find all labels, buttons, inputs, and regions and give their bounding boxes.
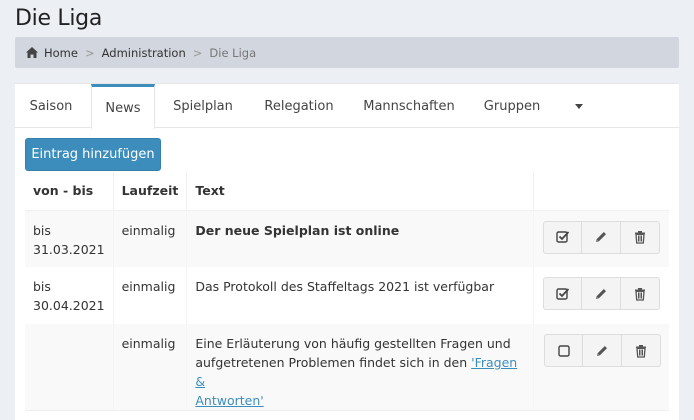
delete-button[interactable] xyxy=(621,220,660,254)
column-header-laufzeit: Laufzeit xyxy=(113,172,188,211)
cell-laufzeit: einmalig xyxy=(113,324,188,411)
breadcrumb-separator: > xyxy=(192,45,203,60)
cell-text: Der neue Spielplan ist online xyxy=(186,210,534,267)
tab-news[interactable]: News xyxy=(91,84,155,129)
table-header-row: von - bis Laufzeit Text xyxy=(25,172,669,211)
cell-actions xyxy=(533,210,669,267)
tab-spielplan[interactable]: Spielplan xyxy=(163,84,243,128)
pencil-icon xyxy=(596,288,606,299)
home-icon xyxy=(26,47,38,58)
cell-text: Eine Erläuterung von häufig gestellten F… xyxy=(186,324,534,411)
date-value: 30.04.2021 xyxy=(33,298,105,313)
breadcrumb-home-link[interactable]: Home xyxy=(44,46,78,60)
pencil-icon xyxy=(597,345,607,356)
checked-checkbox-icon xyxy=(555,287,569,300)
pencil-icon xyxy=(596,232,606,242)
cell-von-bis: bis 30.04.2021 xyxy=(25,267,114,324)
breadcrumb-current: Die Liga xyxy=(209,45,257,60)
date-prefix: bis xyxy=(33,222,51,238)
trash-icon xyxy=(635,287,645,301)
tab-gruppen[interactable]: Gruppen xyxy=(473,84,551,128)
trash-icon xyxy=(635,231,645,244)
trash-icon xyxy=(636,344,646,358)
unchecked-checkbox-icon xyxy=(557,344,570,357)
tab-mannschaften[interactable]: Mannschaften xyxy=(355,84,463,128)
breadcrumb: Home > Administration > Die Liga xyxy=(15,37,679,68)
date-value: 31.03.2021 xyxy=(33,241,105,257)
tab-relegation[interactable]: Relegation xyxy=(253,84,345,128)
content-box: Saison News Spielplan Relegation Mannsch… xyxy=(15,83,679,420)
breadcrumb-separator: > xyxy=(84,45,95,60)
caret-down-icon[interactable] xyxy=(575,104,583,109)
text-line: Eine Erläuterung von häufig gestellten F… xyxy=(195,336,511,351)
add-entry-button[interactable]: Eintrag hinzufügen xyxy=(25,138,161,171)
table-row: bis 30.04.2021 einmalig Das Protokoll des… xyxy=(25,267,669,324)
edit-button[interactable] xyxy=(583,334,622,367)
column-header-actions xyxy=(533,172,669,211)
tab-bar: Saison News Spielplan Relegation Mannsch… xyxy=(15,84,679,129)
column-header-text: Text xyxy=(186,172,534,211)
delete-button[interactable] xyxy=(621,277,660,310)
tab-saison[interactable]: Saison xyxy=(15,84,87,128)
column-header-von-bis: von - bis xyxy=(25,172,114,211)
news-table: von - bis Laufzeit Text bis 31.03.2021 ei… xyxy=(25,172,669,411)
toggle-active-button[interactable] xyxy=(543,220,582,254)
cell-actions xyxy=(534,267,670,324)
delete-button[interactable] xyxy=(622,334,661,367)
cell-actions xyxy=(533,324,669,411)
edit-button[interactable] xyxy=(582,220,621,254)
table-row: bis 31.03.2021 einmalig Der neue Spielpla… xyxy=(25,210,669,267)
text-line: aufgetretenen Problemen findet sich in d… xyxy=(195,355,472,370)
checked-checkbox-icon xyxy=(555,231,569,243)
cell-von-bis: bis 31.03.2021 xyxy=(25,210,114,267)
breadcrumb-administration-link[interactable]: Administration xyxy=(102,46,186,60)
toggle-active-button[interactable] xyxy=(543,277,582,310)
cell-laufzeit: einmalig xyxy=(113,267,188,324)
table-row: einmalig Eine Erläuterung von häufig ges… xyxy=(25,324,669,411)
toggle-active-button[interactable] xyxy=(544,334,583,367)
date-prefix: bis xyxy=(33,279,51,294)
cell-laufzeit: einmalig xyxy=(113,210,188,267)
cell-text: Das Protokoll des Staffeltags 2021 ist v… xyxy=(186,267,534,324)
cell-von-bis xyxy=(25,324,114,411)
page-title: Die Liga xyxy=(15,6,102,31)
edit-button[interactable] xyxy=(582,277,621,310)
faq-link-part: Antworten' xyxy=(195,393,264,408)
